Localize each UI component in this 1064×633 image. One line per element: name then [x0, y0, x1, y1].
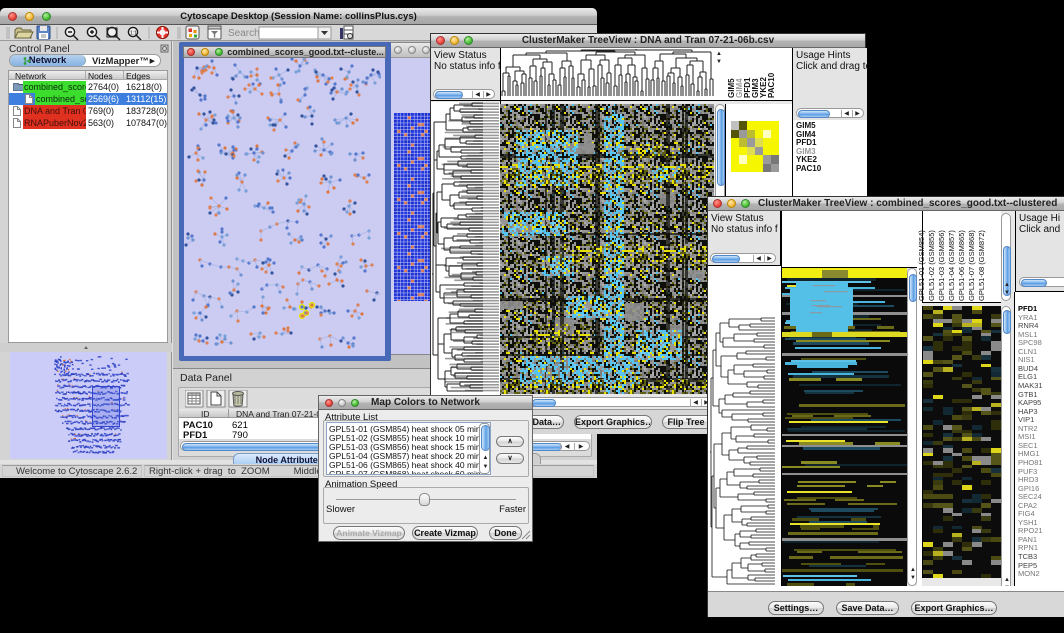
svg-text:1:1: 1:1: [130, 31, 137, 37]
svg-text:Search:: Search:: [228, 28, 262, 39]
